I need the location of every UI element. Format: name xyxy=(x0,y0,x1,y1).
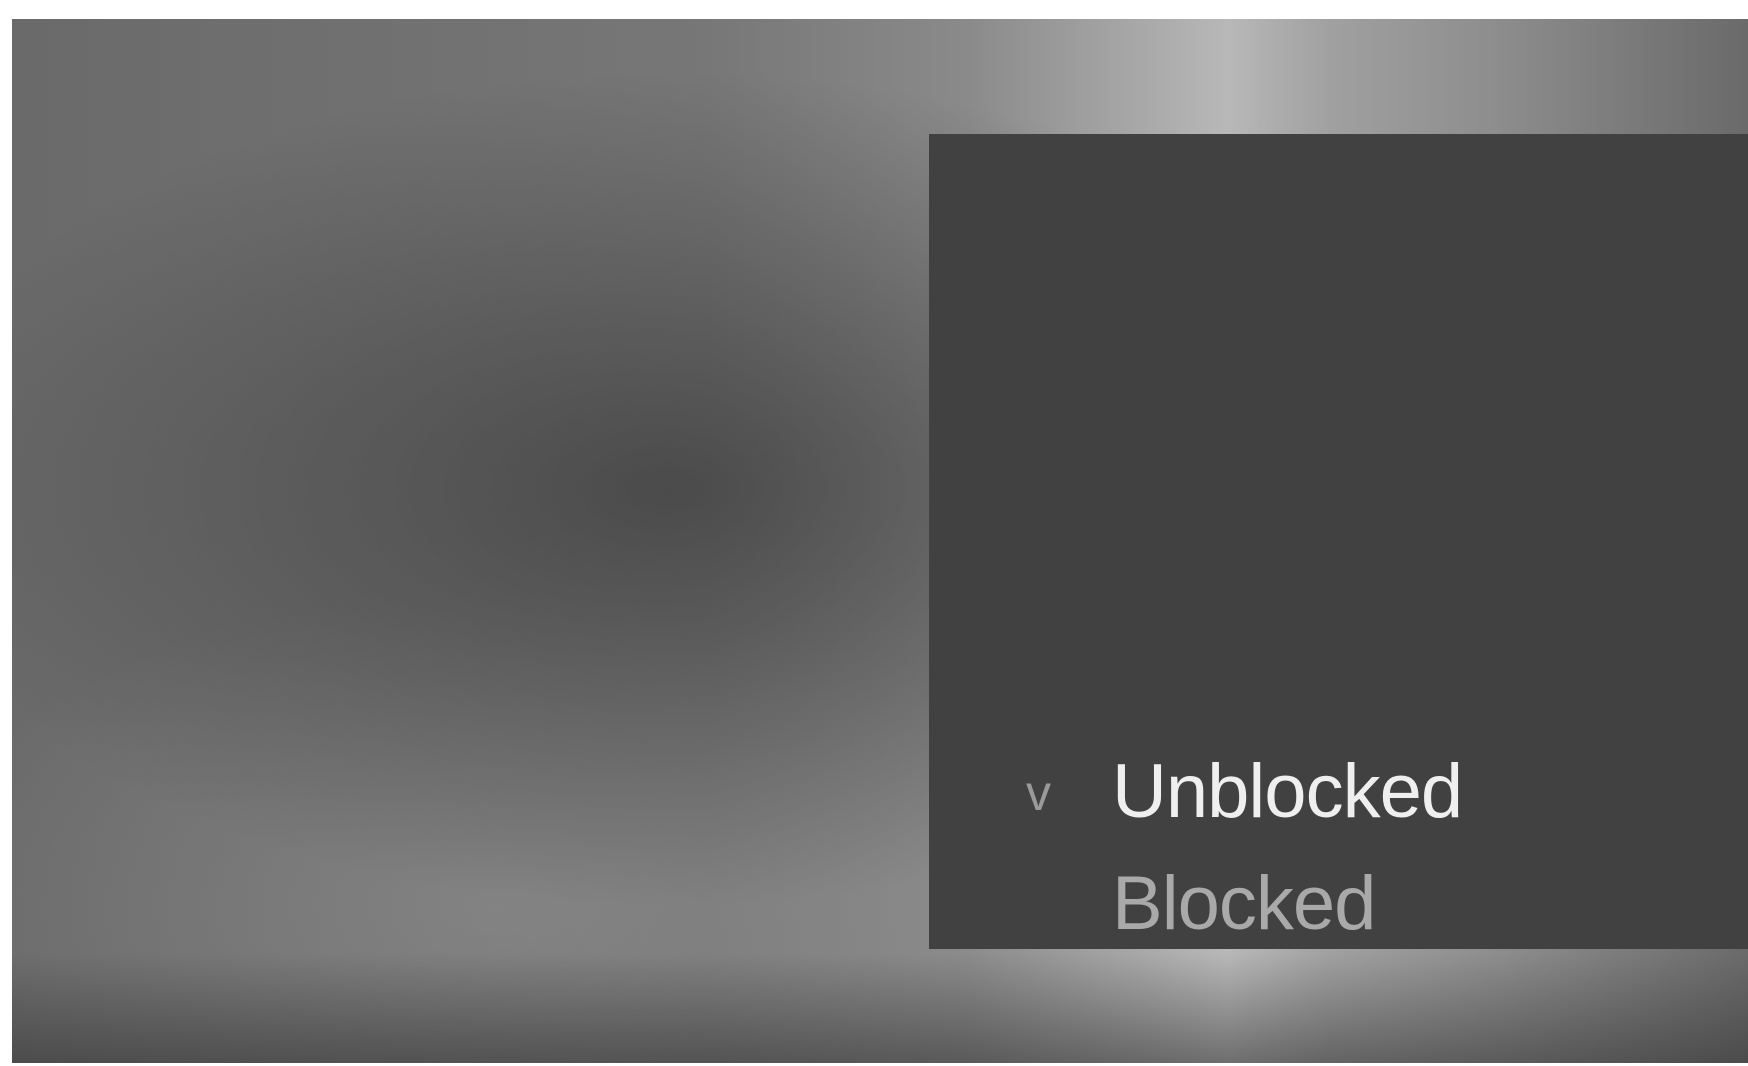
check-mark-icon: v xyxy=(1026,765,1051,821)
option-label: Blocked xyxy=(1112,861,1376,946)
menu-panel: v Unblocked Blocked xyxy=(929,134,1748,949)
video-screen: v Unblocked Blocked xyxy=(12,19,1748,1063)
option-unblocked[interactable]: v Unblocked xyxy=(929,734,1748,846)
option-list: v Unblocked Blocked xyxy=(929,734,1748,958)
option-label: Unblocked xyxy=(1112,749,1463,834)
option-blocked[interactable]: Blocked xyxy=(929,846,1748,958)
